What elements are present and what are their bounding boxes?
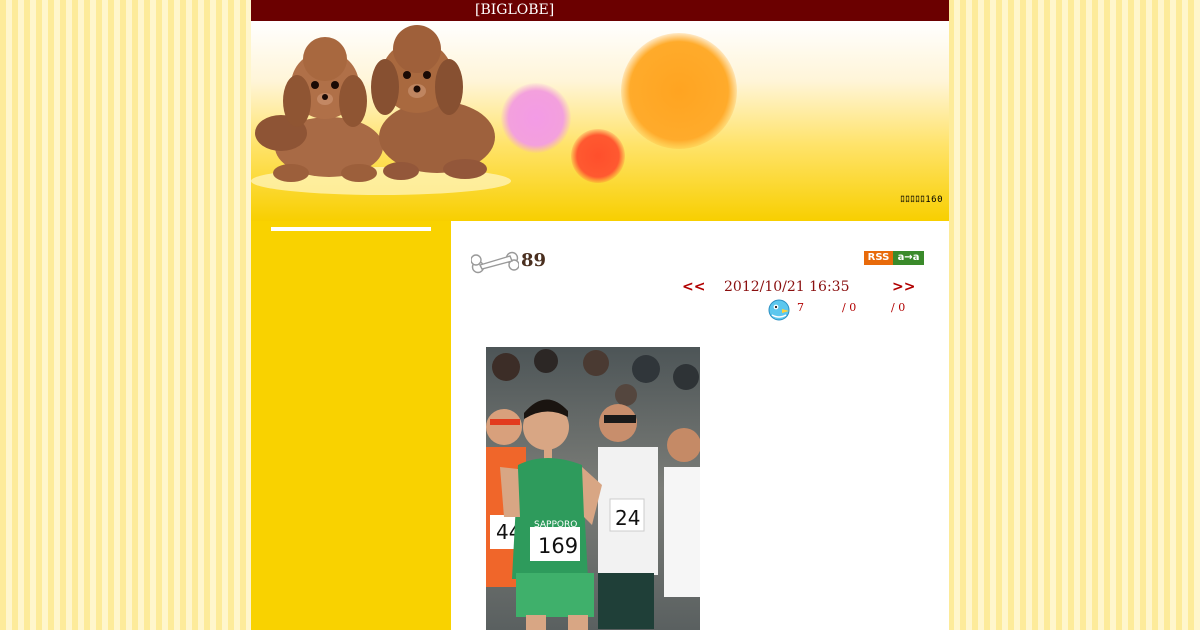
- bib-number-right: 24: [615, 506, 640, 530]
- stat-count-1[interactable]: 7: [797, 301, 804, 314]
- feed-icon: a→a: [893, 251, 924, 265]
- red-bubble: [571, 129, 625, 183]
- top-bar: [BIGLOBE]: [251, 0, 949, 21]
- page-container: [BIGLOBE] ﾛﾛﾛﾛﾛ160 89 RSS a→a << 2012/10…: [251, 0, 949, 630]
- entry-photo: 44 24 SAPPORO 169: [486, 347, 700, 630]
- stat-count-3[interactable]: / 0: [891, 301, 905, 314]
- entry-title: 89: [521, 250, 547, 271]
- rss-button[interactable]: RSS a→a: [864, 251, 924, 265]
- pink-bubble: [501, 83, 571, 153]
- bib-number-center: 169: [538, 534, 578, 558]
- access-counter: ﾛﾛﾛﾛﾛ160: [900, 195, 943, 205]
- prev-entry-link[interactable]: <<: [682, 279, 705, 295]
- topbar-label[interactable]: [BIGLOBE]: [475, 2, 554, 18]
- entry-content: 89 RSS a→a << 2012/10/21 16:35 >> 7 / 0 …: [451, 221, 949, 630]
- dogs-illustration: [251, 25, 511, 195]
- header-banner: ﾛﾛﾛﾛﾛ160: [251, 21, 949, 221]
- sidebar-divider: [271, 227, 431, 231]
- bone-icon: [471, 251, 519, 274]
- entry-date: 2012/10/21 16:35: [724, 279, 850, 295]
- orange-bubble: [621, 33, 737, 149]
- rss-icon: RSS: [864, 251, 893, 265]
- next-entry-link[interactable]: >>: [892, 279, 915, 295]
- stat-count-2[interactable]: / 0: [842, 301, 856, 314]
- bird-icon: [768, 299, 790, 321]
